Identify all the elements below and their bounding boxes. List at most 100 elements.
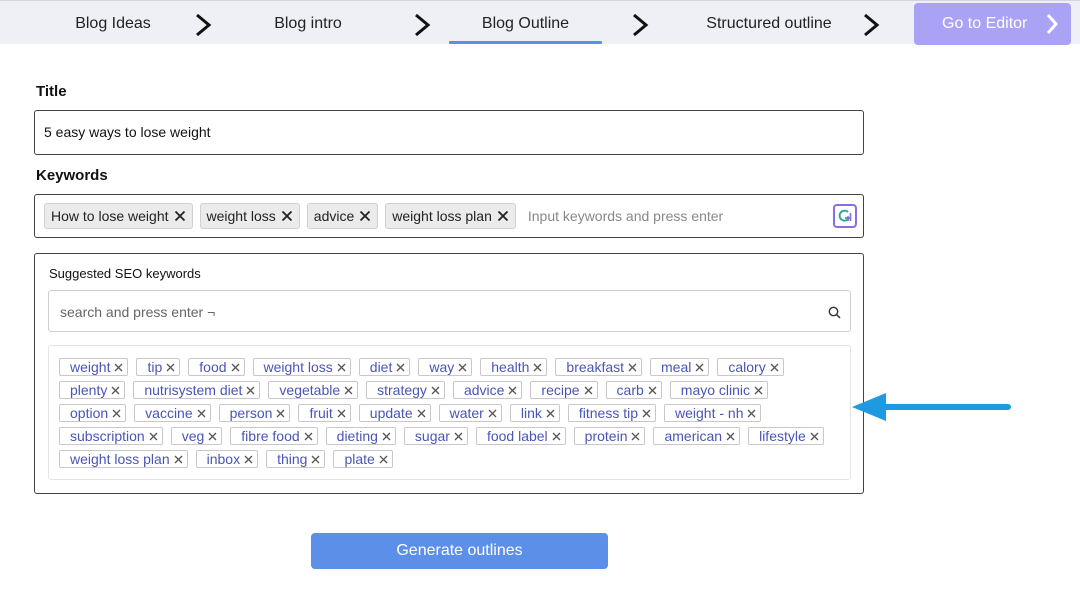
close-icon[interactable] xyxy=(628,363,637,372)
close-icon[interactable] xyxy=(810,432,819,441)
close-icon[interactable] xyxy=(417,409,426,418)
seo-keyword-tag[interactable]: vaccine xyxy=(134,404,211,422)
seo-keyword-tag[interactable]: advice xyxy=(452,381,523,399)
seo-keyword-tag[interactable]: thing xyxy=(266,450,326,468)
close-icon[interactable] xyxy=(149,432,158,441)
close-icon[interactable] xyxy=(533,363,542,372)
close-icon[interactable] xyxy=(304,432,313,441)
seo-keyword-tag[interactable]: lifestyle xyxy=(748,427,824,445)
seo-keyword-tag[interactable]: person xyxy=(218,404,291,422)
seo-keyword-tag[interactable]: vegetable xyxy=(268,381,359,399)
seo-keyword-tag[interactable]: option xyxy=(59,404,127,422)
close-icon[interactable] xyxy=(208,432,217,441)
seo-keyword-tag[interactable]: weight loss xyxy=(252,358,351,376)
close-icon[interactable] xyxy=(454,432,463,441)
seo-keyword-label: option xyxy=(70,405,109,421)
keyword-chip-label: weight loss xyxy=(206,208,276,224)
seo-keyword-tag[interactable]: subscription xyxy=(59,427,163,445)
close-icon[interactable] xyxy=(166,363,175,372)
close-icon[interactable] xyxy=(584,386,593,395)
seo-keyword-tag[interactable]: strategy xyxy=(366,381,445,399)
seo-keyword-tag[interactable]: health xyxy=(480,358,548,376)
seo-keyword-tag[interactable]: water xyxy=(438,404,502,422)
close-icon[interactable] xyxy=(726,432,735,441)
close-icon[interactable] xyxy=(281,210,293,222)
close-icon[interactable] xyxy=(174,455,183,464)
seo-keyword-tag[interactable]: breakfast xyxy=(555,358,643,376)
close-icon[interactable] xyxy=(631,432,640,441)
seo-keyword-tag[interactable]: link xyxy=(509,404,560,422)
seo-keyword-tag[interactable]: update xyxy=(358,404,431,422)
close-icon[interactable] xyxy=(458,363,467,372)
generate-outlines-button[interactable]: Generate outlines xyxy=(311,533,608,569)
seo-search-input[interactable] xyxy=(49,291,822,333)
seo-keyword-tag[interactable]: nutrisystem diet xyxy=(133,381,261,399)
step-navigation: Blog Ideas Blog intro Blog Outline Struc… xyxy=(0,0,1080,45)
close-icon[interactable] xyxy=(111,386,120,395)
close-icon[interactable] xyxy=(382,432,391,441)
seo-keyword-tag[interactable]: american xyxy=(653,427,741,445)
close-icon[interactable] xyxy=(648,386,657,395)
close-icon[interactable] xyxy=(311,455,320,464)
close-icon[interactable] xyxy=(488,409,497,418)
seo-keyword-tag[interactable]: weight - nh xyxy=(664,404,762,422)
close-icon[interactable] xyxy=(359,210,371,222)
close-icon[interactable] xyxy=(552,432,561,441)
search-icon[interactable] xyxy=(828,306,841,319)
seo-keyword-tag[interactable]: tip xyxy=(136,358,181,376)
seo-keyword-tag[interactable]: mayo clinic xyxy=(669,381,769,399)
close-icon[interactable] xyxy=(770,363,779,372)
close-icon[interactable] xyxy=(231,363,240,372)
close-icon[interactable] xyxy=(497,210,509,222)
step-blog-intro[interactable]: Blog intro xyxy=(258,1,358,45)
seo-keyword-tag[interactable]: fruit xyxy=(298,404,351,422)
seo-keyword-tag[interactable]: diet xyxy=(358,358,411,376)
close-icon[interactable] xyxy=(112,409,121,418)
seo-keyword-tag[interactable]: recipe xyxy=(530,381,598,399)
close-icon[interactable] xyxy=(747,409,756,418)
close-icon[interactable] xyxy=(246,386,255,395)
close-icon[interactable] xyxy=(695,363,704,372)
close-icon[interactable] xyxy=(379,455,388,464)
step-blog-ideas[interactable]: Blog Ideas xyxy=(62,1,164,45)
seo-keyword-tag[interactable]: weight xyxy=(59,358,129,376)
seo-keyword-tag[interactable]: meal xyxy=(650,358,710,376)
seo-keyword-tag[interactable]: food label xyxy=(475,427,566,445)
seo-keyword-tag[interactable]: inbox xyxy=(195,450,259,468)
keywords-field[interactable]: How to lose weight weight loss advice we… xyxy=(34,194,864,238)
close-icon[interactable] xyxy=(337,409,346,418)
seo-keyword-tag[interactable]: food xyxy=(188,358,245,376)
grammarly-icon[interactable] xyxy=(833,204,857,228)
close-icon[interactable] xyxy=(754,386,763,395)
close-icon[interactable] xyxy=(642,409,651,418)
close-icon[interactable] xyxy=(276,409,285,418)
seo-keyword-tag[interactable]: veg xyxy=(170,427,223,445)
keyword-input[interactable] xyxy=(525,202,863,230)
seo-keyword-tag[interactable]: weight loss plan xyxy=(59,450,188,468)
seo-keyword-tag[interactable]: calory xyxy=(717,358,784,376)
close-icon[interactable] xyxy=(546,409,555,418)
seo-keyword-tag[interactable]: sugar xyxy=(403,427,468,445)
close-icon[interactable] xyxy=(337,363,346,372)
keyword-chip: How to lose weight xyxy=(44,203,193,229)
seo-keyword-tag[interactable]: plate xyxy=(333,450,393,468)
close-icon[interactable] xyxy=(114,363,123,372)
seo-keyword-tag[interactable]: fitness tip xyxy=(567,404,656,422)
step-structured-outline[interactable]: Structured outline xyxy=(698,1,840,45)
close-icon[interactable] xyxy=(174,210,186,222)
close-icon[interactable] xyxy=(344,386,353,395)
step-blog-outline[interactable]: Blog Outline xyxy=(449,1,602,45)
close-icon[interactable] xyxy=(508,386,517,395)
close-icon[interactable] xyxy=(431,386,440,395)
seo-keyword-tag[interactable]: fibre food xyxy=(230,427,318,445)
seo-keyword-tag[interactable]: way xyxy=(418,358,473,376)
title-input[interactable]: 5 easy ways to lose weight xyxy=(34,110,864,155)
seo-keyword-tag[interactable]: plenty xyxy=(59,381,126,399)
close-icon[interactable] xyxy=(197,409,206,418)
close-icon[interactable] xyxy=(244,455,253,464)
go-to-editor-button[interactable]: Go to Editor xyxy=(914,3,1071,45)
seo-keyword-tag[interactable]: dieting xyxy=(325,427,396,445)
seo-keyword-tag[interactable]: carb xyxy=(605,381,662,399)
close-icon[interactable] xyxy=(396,363,405,372)
seo-keyword-tag[interactable]: protein xyxy=(573,427,646,445)
